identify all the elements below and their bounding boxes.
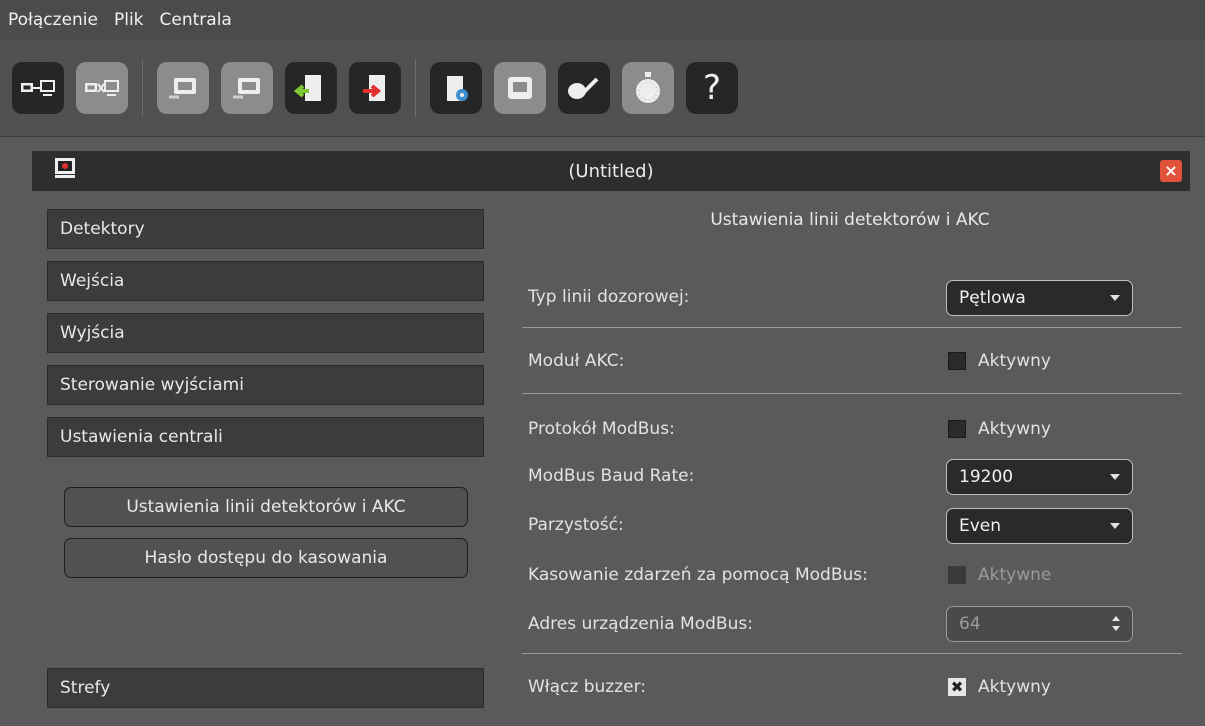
sidebar-item-wejscia[interactable]: Wejścia — [47, 261, 484, 301]
chevron-down-icon — [1110, 474, 1120, 480]
chevron-down-icon — [1110, 295, 1120, 301]
sidebar-item-strefy[interactable]: Strefy — [47, 668, 484, 708]
window-titlebar: (Untitled) × — [32, 151, 1190, 191]
spin-down-icon[interactable] — [1112, 626, 1120, 631]
disconnect-icon[interactable] — [76, 62, 128, 114]
timer-icon[interactable] — [622, 62, 674, 114]
parity-combo[interactable]: Even — [946, 508, 1133, 544]
window-icon — [55, 158, 75, 178]
help-icon[interactable]: ? — [686, 62, 738, 114]
reset-password-button[interactable]: Hasło dostępu do kasowania — [64, 538, 468, 578]
settings-doc-icon[interactable] — [430, 62, 482, 114]
sidebar-item-sterowanie[interactable]: Sterowanie wyjściami — [47, 365, 484, 405]
akc-checkbox[interactable]: Aktywny — [948, 351, 1051, 371]
buzzer-label: Włącz buzzer: — [528, 677, 647, 697]
export-icon[interactable] — [349, 62, 401, 114]
modbus-checkbox[interactable]: Aktywny — [948, 419, 1051, 439]
parity-label: Parzystość: — [528, 515, 624, 535]
write-config-icon[interactable] — [221, 62, 273, 114]
window-title: (Untitled) — [568, 160, 654, 182]
close-button[interactable]: × — [1160, 160, 1182, 182]
akc-label: Moduł AKC: — [528, 351, 625, 371]
divider — [522, 327, 1182, 328]
baud-rate-label: ModBus Baud Rate: — [528, 466, 695, 486]
sidebar-item-detektory[interactable]: Detektory — [47, 209, 484, 249]
menu-plik[interactable]: Plik — [114, 10, 144, 30]
address-label: Adres urządzenia ModBus: — [528, 614, 753, 634]
modbus-label: Protokół ModBus: — [528, 419, 675, 439]
line-type-label: Typ linii dozorowej: — [528, 287, 690, 307]
address-spinbox[interactable]: 64 — [946, 606, 1133, 642]
checkbox-box — [948, 566, 966, 584]
calibrate-icon[interactable] — [558, 62, 610, 114]
divider — [522, 393, 1182, 394]
read-config-icon[interactable] — [157, 62, 209, 114]
connect-icon[interactable] — [12, 62, 64, 114]
panel-icon[interactable] — [494, 62, 546, 114]
menu-polaczenie[interactable]: Połączenie — [8, 10, 98, 30]
reset-events-label: Kasowanie zdarzeń za pomocą ModBus: — [528, 565, 868, 585]
menu-bar: Połączenie Plik Centrala — [0, 0, 1205, 40]
import-icon[interactable] — [285, 62, 337, 114]
spin-up-icon[interactable] — [1112, 616, 1120, 621]
baud-rate-combo[interactable]: 19200 — [946, 459, 1133, 495]
menu-centrala[interactable]: Centrala — [160, 10, 232, 30]
checkbox-checked-icon: ✖ — [948, 678, 966, 696]
toolbar-separator — [415, 59, 416, 117]
toolbar-separator — [142, 59, 143, 117]
reset-events-checkbox[interactable]: Aktywne — [948, 565, 1051, 585]
chevron-down-icon — [1110, 523, 1120, 529]
line-type-combo[interactable]: Pętlowa — [946, 280, 1133, 316]
buzzer-checkbox[interactable]: ✖ Aktywny — [948, 677, 1051, 697]
close-icon: × — [1164, 161, 1178, 180]
sidebar-item-wyjscia[interactable]: Wyjścia — [47, 313, 484, 353]
sidebar-item-ustawienia-centrali[interactable]: Ustawienia centrali — [47, 417, 484, 457]
section-title: Ustawienia linii detektorów i AKC — [710, 210, 990, 230]
toolbar: ? — [0, 40, 1205, 137]
checkbox-box — [948, 420, 966, 438]
line-settings-button[interactable]: Ustawienia linii detektorów i AKC — [64, 487, 468, 527]
divider — [522, 653, 1182, 654]
checkbox-box — [948, 352, 966, 370]
